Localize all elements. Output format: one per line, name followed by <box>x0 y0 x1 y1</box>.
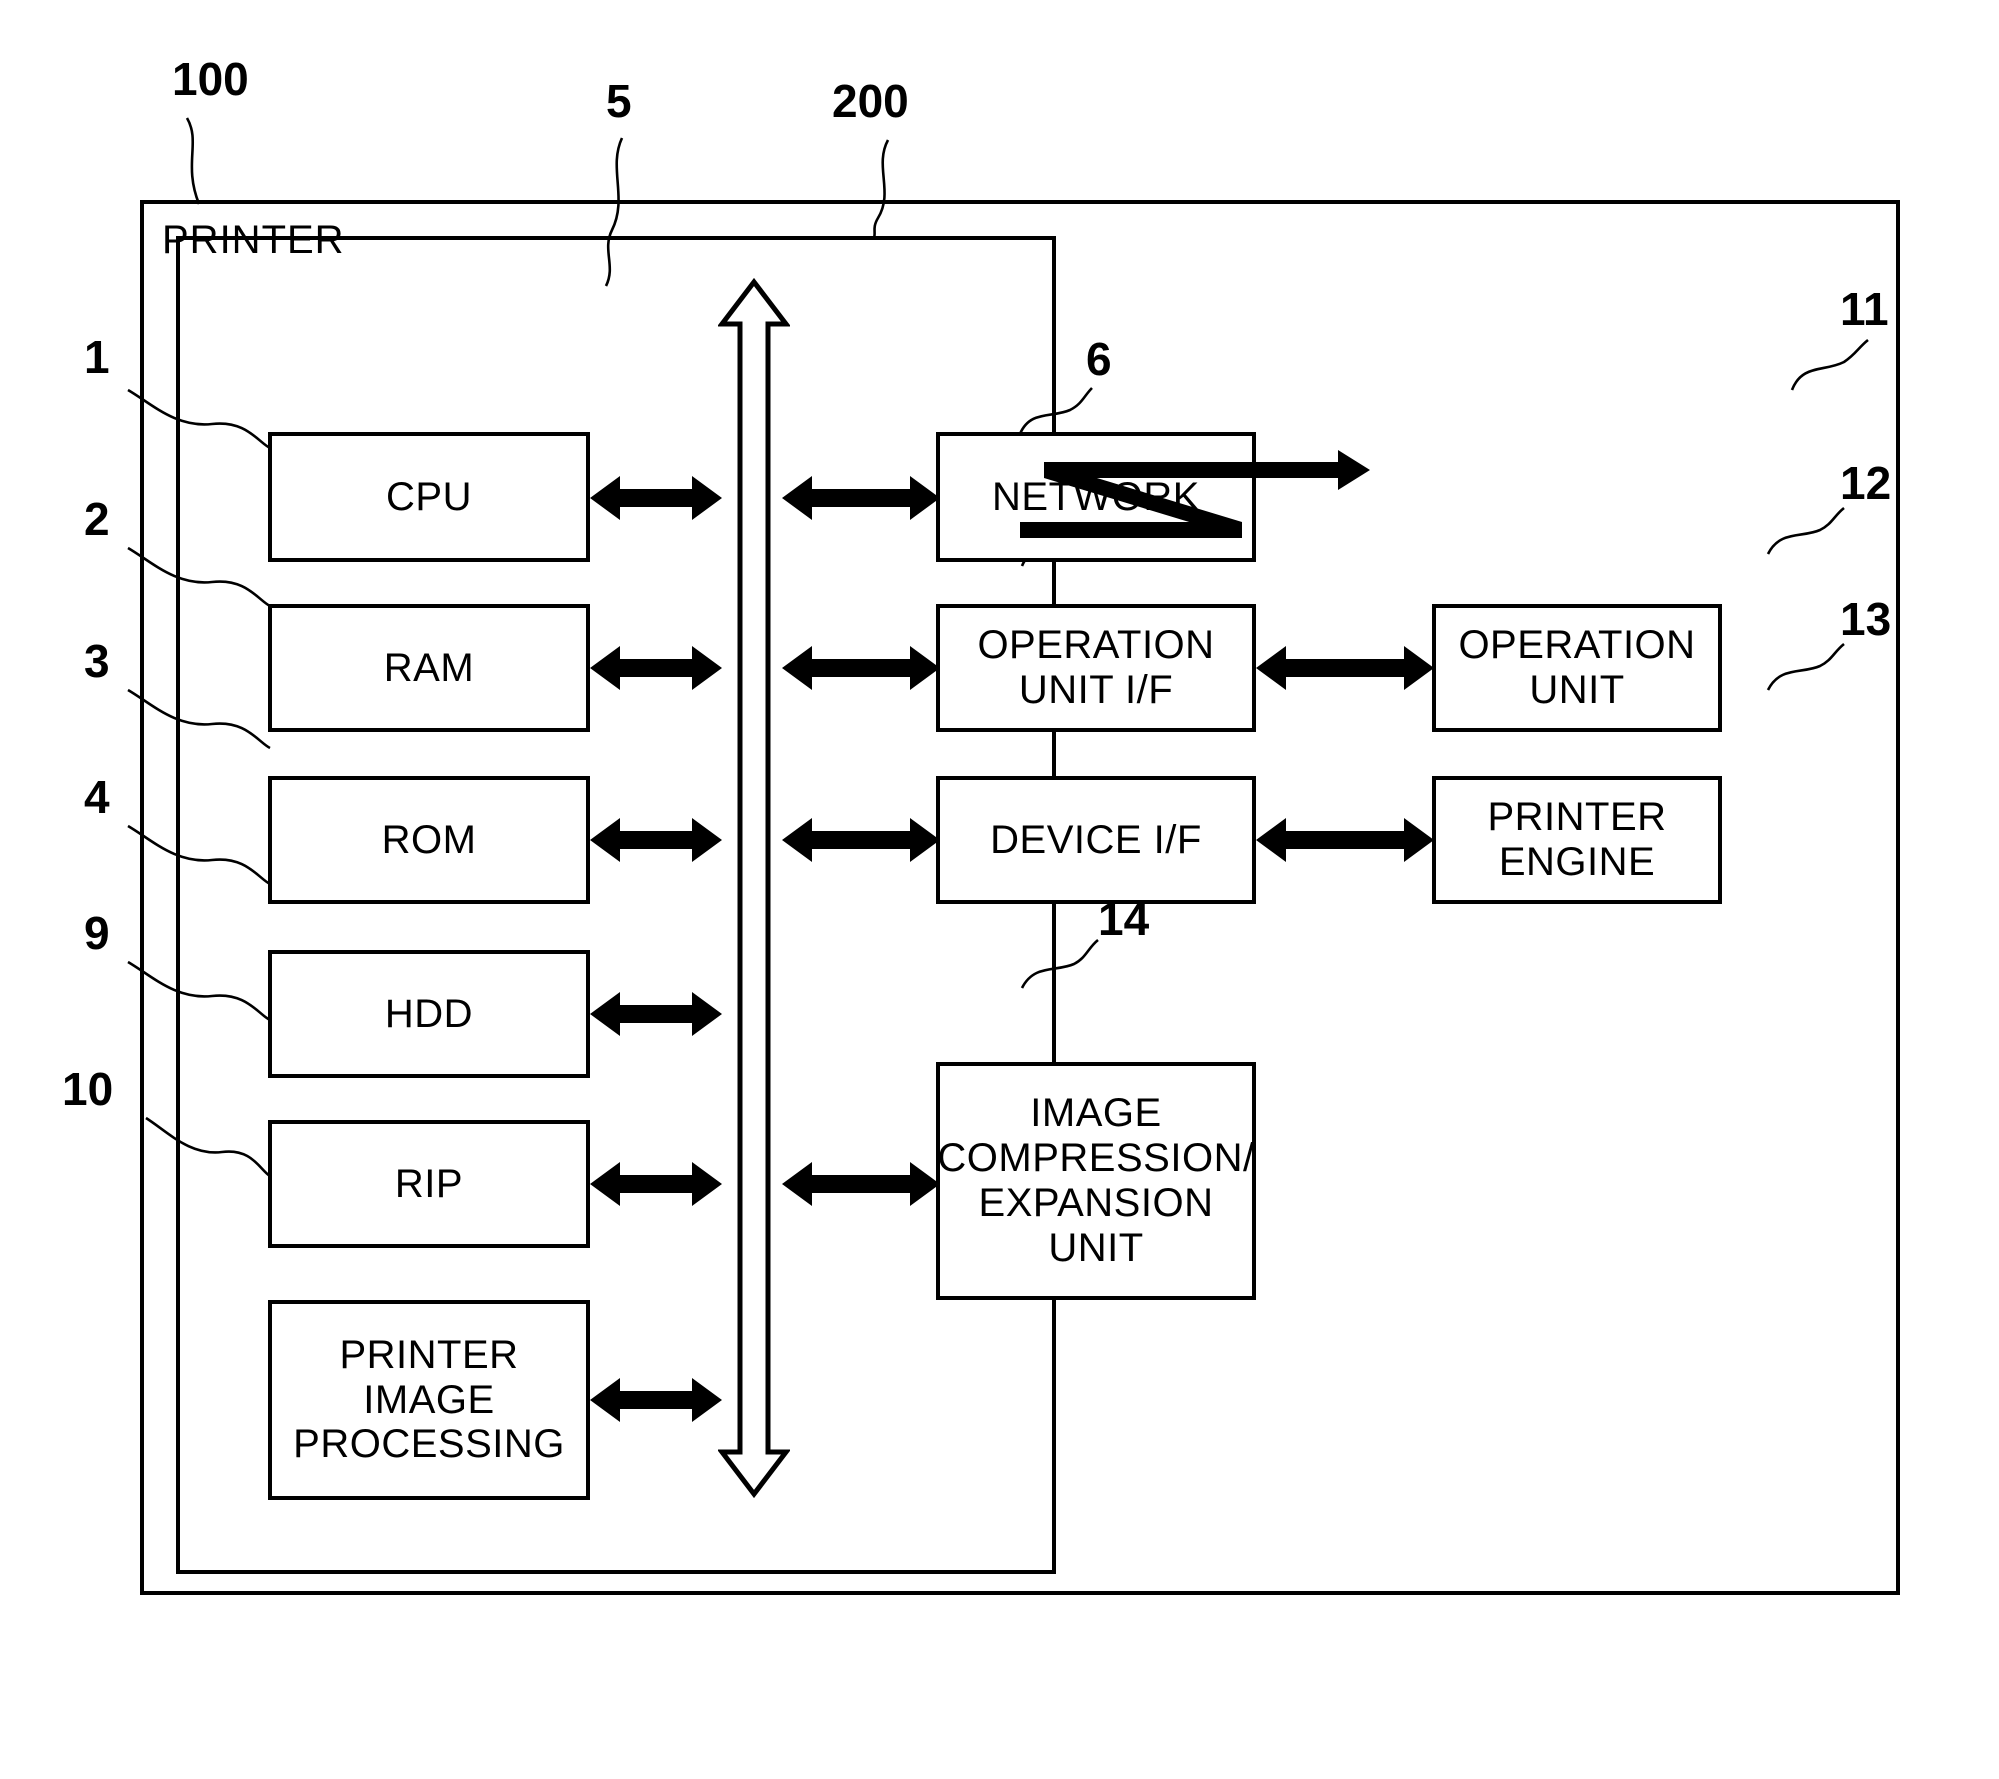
block-ram[interactable]: RAM <box>268 604 590 732</box>
block-operation-unit[interactable]: OPERATION UNIT <box>1432 604 1722 732</box>
ref-10: 10 <box>62 1063 114 1115</box>
ref-3: 3 <box>84 635 110 687</box>
block-rip[interactable]: RIP <box>268 1120 590 1248</box>
ref-11: 11 <box>1840 283 1889 335</box>
arrow-bus-network <box>782 470 940 526</box>
lead-line-11 <box>1790 338 1869 391</box>
block-rip-label: RIP <box>394 1161 464 1206</box>
arrow-cpu-bus <box>590 470 722 526</box>
block-operation-unit-line1: OPERATION <box>1458 623 1696 668</box>
block-hdd-label: HDD <box>384 991 474 1036</box>
ref-12: 12 <box>1840 457 1892 509</box>
arrow-rip-bus <box>590 1156 722 1212</box>
system-bus <box>718 278 790 1498</box>
lead-line-5 <box>604 137 624 287</box>
lead-line-4 <box>127 824 271 886</box>
block-rom-label: ROM <box>381 817 477 862</box>
block-printer-engine-line2: ENGINE <box>1498 840 1656 884</box>
ref-1: 1 <box>84 331 110 383</box>
block-image-compression-expansion-unit[interactable]: IMAGE COMPRESSION/ EXPANSION UNIT <box>936 1062 1256 1300</box>
arrow-hdd-bus <box>590 986 722 1042</box>
lead-line-12 <box>1766 506 1845 555</box>
lead-line-100 <box>185 117 201 205</box>
lead-line-3 <box>127 688 271 750</box>
lead-line-1 <box>127 388 271 450</box>
arrow-operation-unit-if-operation-unit <box>1256 640 1434 696</box>
block-ram-label: RAM <box>383 645 475 690</box>
arrow-bus-operation-unit-if <box>782 640 940 696</box>
ref-100: 100 <box>172 53 249 105</box>
ref-9: 9 <box>84 907 110 959</box>
ref-2: 2 <box>84 493 110 545</box>
arrow-rom-bus <box>590 812 722 868</box>
block-device-if-label: DEVICE I/F <box>990 817 1202 862</box>
ref-6: 6 <box>1086 333 1112 385</box>
printer-frame-label: PRINTER <box>162 218 345 262</box>
block-device-if[interactable]: DEVICE I/F <box>936 776 1256 904</box>
lead-line-6 <box>1018 387 1093 435</box>
block-printer-engine-line1: PRINTER <box>1487 795 1667 840</box>
block-operation-unit-if[interactable]: OPERATION UNIT I/F <box>936 604 1256 732</box>
block-operation-unit-if-line2: UNIT I/F <box>1018 668 1174 712</box>
block-printer-image-processing-line2: IMAGE <box>363 1377 495 1422</box>
arrow-printer-image-processing-bus <box>590 1372 722 1428</box>
block-image-codec-line2: COMPRESSION/ <box>937 1136 1255 1181</box>
block-image-codec-line4: UNIT <box>1048 1225 1144 1270</box>
block-cpu[interactable]: CPU <box>268 432 590 562</box>
ref-13: 13 <box>1840 593 1892 645</box>
block-image-codec-line1: IMAGE <box>1030 1091 1162 1136</box>
arrow-bus-device-if <box>782 812 940 868</box>
block-printer-image-processing[interactable]: PRINTER IMAGE PROCESSING <box>268 1300 590 1500</box>
lead-line-2 <box>127 546 271 608</box>
block-cpu-label: CPU <box>386 474 472 519</box>
block-rom[interactable]: ROM <box>268 776 590 904</box>
network-external-link <box>1020 440 1520 570</box>
block-hdd[interactable]: HDD <box>268 950 590 1078</box>
ref-5: 5 <box>606 75 632 127</box>
block-printer-engine[interactable]: PRINTER ENGINE <box>1432 776 1722 904</box>
lead-line-200 <box>872 139 890 239</box>
diagram-canvas: PRINTER 100 5 200 1 2 3 4 9 10 6 14 11 1… <box>0 0 1999 1779</box>
ref-4: 4 <box>84 771 110 823</box>
block-printer-image-processing-line3: PROCESSING <box>293 1422 565 1467</box>
block-operation-unit-line2: UNIT <box>1529 668 1625 712</box>
lead-line-13 <box>1766 642 1845 691</box>
arrow-bus-image-compression-expansion-unit <box>782 1156 940 1212</box>
arrow-device-if-printer-engine <box>1256 812 1434 868</box>
lead-line-14 <box>1020 938 1099 989</box>
block-image-codec-line3: EXPANSION <box>978 1181 1214 1225</box>
lead-line-9 <box>127 960 271 1022</box>
block-operation-unit-if-line1: OPERATION <box>977 623 1215 668</box>
ref-200: 200 <box>832 75 909 127</box>
arrow-ram-bus <box>590 640 722 696</box>
block-printer-image-processing-line1: PRINTER <box>339 1332 519 1377</box>
lead-line-10 <box>145 1116 271 1178</box>
